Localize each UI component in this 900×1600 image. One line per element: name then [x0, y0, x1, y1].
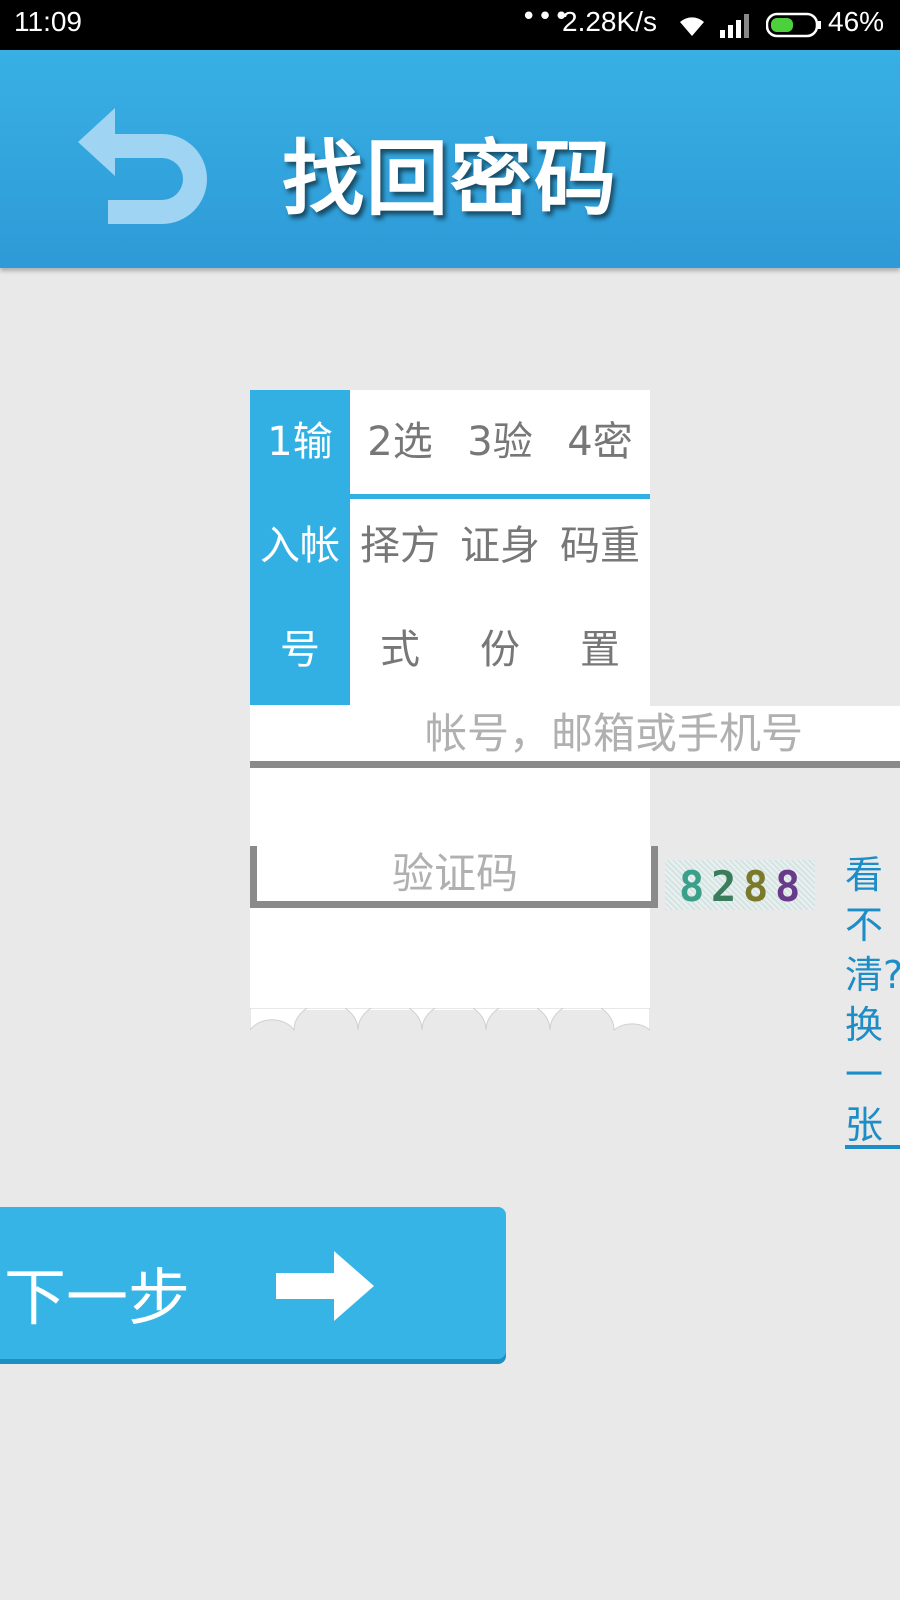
- step-progress-bar: [350, 494, 650, 499]
- card-scallop-edge: [250, 1008, 650, 1032]
- app-header: 找回密码: [0, 50, 900, 268]
- captcha-image[interactable]: 8 2 8 8: [665, 860, 815, 911]
- step-3-verify: 3验证身份: [460, 419, 540, 673]
- refresh-link-underline: [845, 1145, 900, 1149]
- wifi-icon: [680, 17, 704, 36]
- step-2-method: 2选择方式: [360, 419, 440, 673]
- captcha-char: 8: [679, 862, 705, 911]
- step-card: 1输入帐号 2选择方式 3验证身份 4密码重置: [250, 390, 650, 1010]
- page-title: 找回密码: [282, 132, 619, 227]
- status-bar: 11:09 ••• 2.28K/s 46%: [0, 0, 900, 50]
- arrow-right-icon: [276, 1251, 374, 1321]
- refresh-captcha-link[interactable]: 看不清?换一张: [845, 850, 900, 1150]
- captcha-char: 8: [775, 862, 801, 911]
- captcha-input[interactable]: [250, 846, 658, 908]
- next-button[interactable]: 下一步: [0, 1207, 506, 1359]
- back-arrow-icon[interactable]: [70, 100, 230, 230]
- step-1-account: 1输入帐号: [250, 390, 350, 705]
- signal-icon: [720, 14, 749, 38]
- account-input[interactable]: [250, 706, 900, 768]
- step-4-reset: 4密码重置: [560, 419, 640, 673]
- status-time: 11:09: [14, 6, 82, 37]
- next-button-label: 下一步: [4, 1261, 191, 1334]
- battery-icon: [766, 12, 821, 38]
- captcha-char: 2: [711, 862, 737, 911]
- network-speed: 2.28K/s: [562, 6, 657, 37]
- battery-level: 46%: [828, 6, 885, 37]
- captcha-char: 8: [743, 862, 769, 911]
